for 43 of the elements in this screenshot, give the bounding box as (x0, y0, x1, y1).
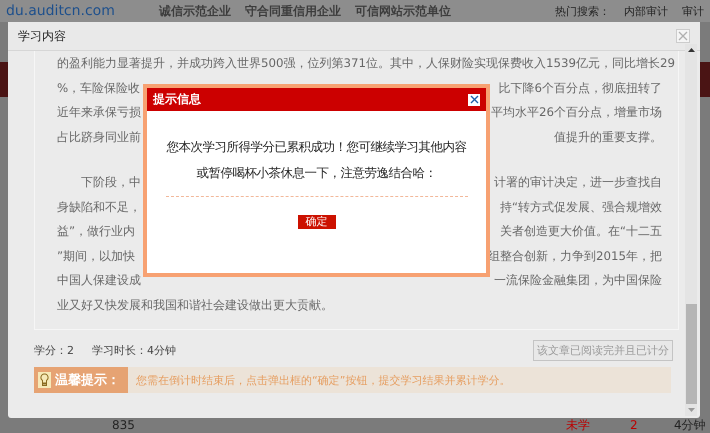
lightbulb-icon (38, 372, 51, 388)
site-badge[interactable]: 守合同重信用企业 (244, 2, 341, 20)
site-badge[interactable]: 可信网站示范单位 (354, 2, 451, 20)
article-text: 下阶段，中 (81, 174, 141, 191)
article-text: 近年来承保亏损 (57, 104, 141, 121)
article-text: 一流保险金融集团，为中国保险 (494, 272, 662, 289)
hot-search-label: 热门搜索： (555, 4, 610, 18)
tip-label: 温馨提示： (55, 372, 120, 389)
article-text: 关者创造更大价值。在“十二五 (500, 223, 662, 240)
duration-text: 学习时长：4分钟 (92, 343, 176, 358)
article-text: 的盈利能力显著提升，并成功跨入世界500强，位列第371位。其中，人保财险实现保费收入1539亿元，同比增长29 (57, 55, 676, 72)
credits-text: 学分：2 (34, 343, 74, 358)
table-cell: 未学 (566, 418, 590, 432)
hot-search-link[interactable]: 内部审计 (624, 4, 668, 18)
site-badge[interactable]: 诚信示范企业 (158, 2, 231, 20)
scroll-up-icon[interactable] (688, 48, 694, 52)
window-title: 学习内容 (18, 28, 66, 44)
article-text: 占比跻身同业前 (57, 128, 141, 146)
hot-search-link[interactable]: 审计 (682, 4, 704, 18)
ok-button[interactable]: 确定 (298, 215, 336, 229)
close-icon[interactable] (468, 94, 480, 106)
dialog-title: 提示信息 (153, 91, 201, 108)
article-text: 益”，做行业内 (57, 223, 136, 240)
article-text: 值提升的重要支撑。 (554, 128, 662, 146)
article-text: 比下降6个百分点，彻底扭转了 (498, 80, 662, 96)
article-text: 业又好又快发展和我国和谐社会建设做出更大贡献。 (57, 296, 333, 314)
tip-text: 您需在倒计时结束后，点击弹出框的“确定”按钮，提交学习结果并累计学分。 (135, 372, 510, 388)
article-text: 中国人保建设成 (57, 272, 141, 289)
dialog-message: 您本次学习所得学分已累积成功！您可继续学习其他内容 (166, 139, 466, 156)
table-cell: 2 (630, 418, 638, 432)
site-url[interactable]: du.auditcn.com (6, 3, 115, 19)
article-text: 持“转方式促发展、强合规增效 (500, 198, 662, 216)
article-text: ”期间，以加快 (57, 248, 136, 264)
dialog-message: 或暂停喝杯小茶休息一下，注意劳逸结合哈： (196, 165, 436, 182)
scrollbar-thumb[interactable] (686, 304, 696, 404)
table-cell: 835 (112, 418, 135, 432)
scrollbar[interactable] (685, 44, 697, 416)
article-text: %，车险保险收 (57, 80, 140, 96)
article-text: 身缺陷和不足， (57, 198, 141, 216)
scroll-down-icon[interactable] (688, 408, 694, 412)
article-text: 平均水平26个百分点，增量市场 (490, 104, 662, 121)
table-cell: 4分钟 (674, 418, 706, 432)
article-text: 计署的审计决定，进一步查找自 (494, 174, 662, 191)
